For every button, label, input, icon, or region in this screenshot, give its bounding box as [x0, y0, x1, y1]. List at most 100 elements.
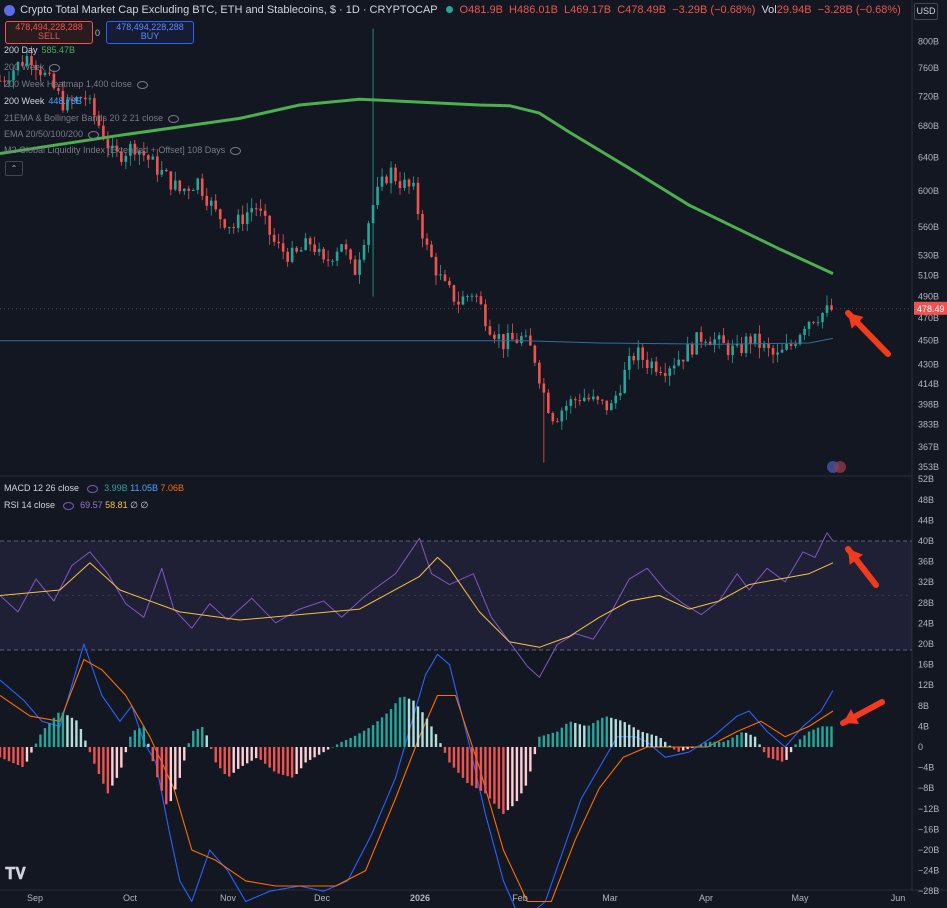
- eye-off-icon[interactable]: [49, 63, 61, 72]
- macd-bar: [43, 728, 47, 747]
- macd-bar: [771, 747, 775, 760]
- candle-body: [641, 347, 645, 360]
- time-tick-label: Dec: [314, 893, 331, 903]
- candle-body: [457, 301, 460, 305]
- macd-bar: [263, 747, 267, 764]
- macd-bar: [7, 747, 11, 762]
- candle-body: [421, 213, 424, 239]
- sell-label: SELL: [37, 31, 61, 41]
- macd-bar: [574, 722, 577, 747]
- indicator-legend-item[interactable]: 21EMA & Bollinger Bands 20 2 21 close: [4, 113, 180, 123]
- eye-off-icon[interactable]: [230, 146, 242, 155]
- macd-bar: [124, 747, 128, 753]
- macd-bar: [520, 747, 523, 794]
- macd-bar: [529, 747, 532, 772]
- candle-body: [582, 397, 586, 401]
- macd-bar: [475, 747, 478, 789]
- candle-body: [349, 249, 352, 260]
- macd-bar: [385, 713, 388, 747]
- indicator-legend-item[interactable]: 200 Week: [4, 62, 61, 72]
- indicator-value: 585.47B: [41, 45, 76, 55]
- candle-body: [448, 280, 451, 286]
- last-price-label: 478.49: [917, 304, 945, 314]
- price-tick-label: 383B: [918, 420, 939, 430]
- candle-body: [816, 322, 820, 324]
- macd-bar: [452, 747, 456, 768]
- macd-bar: [138, 728, 141, 747]
- macd-bar: [479, 747, 483, 791]
- eye-off-icon[interactable]: [136, 80, 148, 89]
- candle-body: [726, 343, 730, 355]
- macd-bar: [740, 732, 743, 747]
- indicator-legend-item[interactable]: EMA 20/50/100/200: [4, 129, 100, 139]
- macd-bar: [84, 740, 87, 747]
- collapse-legend-button[interactable]: ⌃: [5, 161, 23, 176]
- candle-body: [169, 171, 173, 190]
- volume-value: 29.94B: [776, 4, 812, 16]
- macd-bar: [308, 747, 312, 760]
- indicator-label: 21EMA & Bollinger Bands 20 2 21 close: [4, 113, 164, 123]
- macd-bar: [376, 721, 379, 747]
- price-tick-label: 414B: [918, 379, 939, 389]
- eye-off-icon[interactable]: [168, 114, 180, 123]
- macd-bar: [214, 747, 217, 763]
- candle-body: [156, 156, 159, 175]
- chart-canvas[interactable]: 800B 760B 720B 680B 640B 600B 560B 530B 510B 490B…: [0, 0, 947, 908]
- macd-bar: [331, 747, 334, 748]
- macd-bar: [106, 747, 110, 794]
- candle-body: [371, 205, 375, 224]
- macd-bar: [794, 744, 797, 747]
- rsi-legend[interactable]: RSI 14 close 69.57 58.81 ∅ ∅: [4, 500, 148, 511]
- buy-button[interactable]: 478,494,228,288 BUY: [106, 21, 194, 44]
- rsi-empty-1: ∅: [130, 500, 138, 510]
- macd-tick-label: 0: [918, 742, 923, 752]
- indicator-legend-item[interactable]: 200 Week 448.73B: [4, 96, 82, 106]
- candle-body: [650, 361, 654, 368]
- candle-body: [84, 97, 87, 100]
- macd-bar: [223, 747, 226, 775]
- macd-bar: [93, 747, 96, 764]
- macd-bar: [75, 720, 78, 747]
- sell-button[interactable]: 478,494,228,288 SELL: [5, 21, 93, 44]
- macd-bar: [785, 747, 788, 760]
- indicator-label: EMA 20/50/100/200: [4, 129, 84, 139]
- macd-bar: [394, 703, 397, 747]
- candle-body: [250, 208, 253, 213]
- macd-bar: [272, 747, 276, 772]
- eye-icon[interactable]: [86, 484, 98, 493]
- eye-icon[interactable]: [62, 501, 74, 510]
- candle-body: [48, 72, 51, 74]
- candle-body: [623, 369, 627, 393]
- macd-bar: [403, 696, 406, 747]
- currency-button[interactable]: USD: [914, 3, 938, 20]
- macd-bar: [470, 747, 474, 786]
- candle-body: [596, 396, 600, 400]
- candle-body: [731, 345, 734, 355]
- macd-bar: [506, 747, 510, 811]
- chart-background: [0, 0, 947, 908]
- indicator-legend-item[interactable]: 200 Week Heatmap 1,400 close: [4, 79, 148, 89]
- macd-legend[interactable]: MACD 12 26 close 3.99B 11.05B 7.06B: [4, 483, 184, 493]
- macd-bar: [219, 747, 222, 769]
- eye-off-icon[interactable]: [88, 130, 100, 139]
- macd-bar: [34, 743, 38, 747]
- macd-tick-label: 44B: [918, 515, 934, 525]
- symbol-icon: [4, 4, 15, 16]
- candle-body: [340, 244, 343, 252]
- macd-bar: [695, 746, 698, 747]
- price-tick-label: 560B: [918, 222, 939, 232]
- candle-body: [124, 155, 128, 162]
- macd-bar: [681, 747, 685, 751]
- macd-bar: [57, 712, 60, 747]
- macd-bar: [151, 747, 155, 762]
- event-flag-icon: [834, 461, 846, 473]
- candle-body: [191, 190, 195, 192]
- indicator-legend-item[interactable]: 200 Day 585.47B: [4, 45, 75, 55]
- candle-body: [560, 410, 564, 422]
- macd-bar: [344, 739, 348, 747]
- candle-body: [470, 295, 474, 297]
- macd-bar: [52, 717, 56, 747]
- macd-bar: [0, 747, 2, 758]
- indicator-legend-item[interactable]: M2 Global Liquidity Index [Extended + Of…: [4, 145, 242, 155]
- macd-bar: [484, 747, 487, 794]
